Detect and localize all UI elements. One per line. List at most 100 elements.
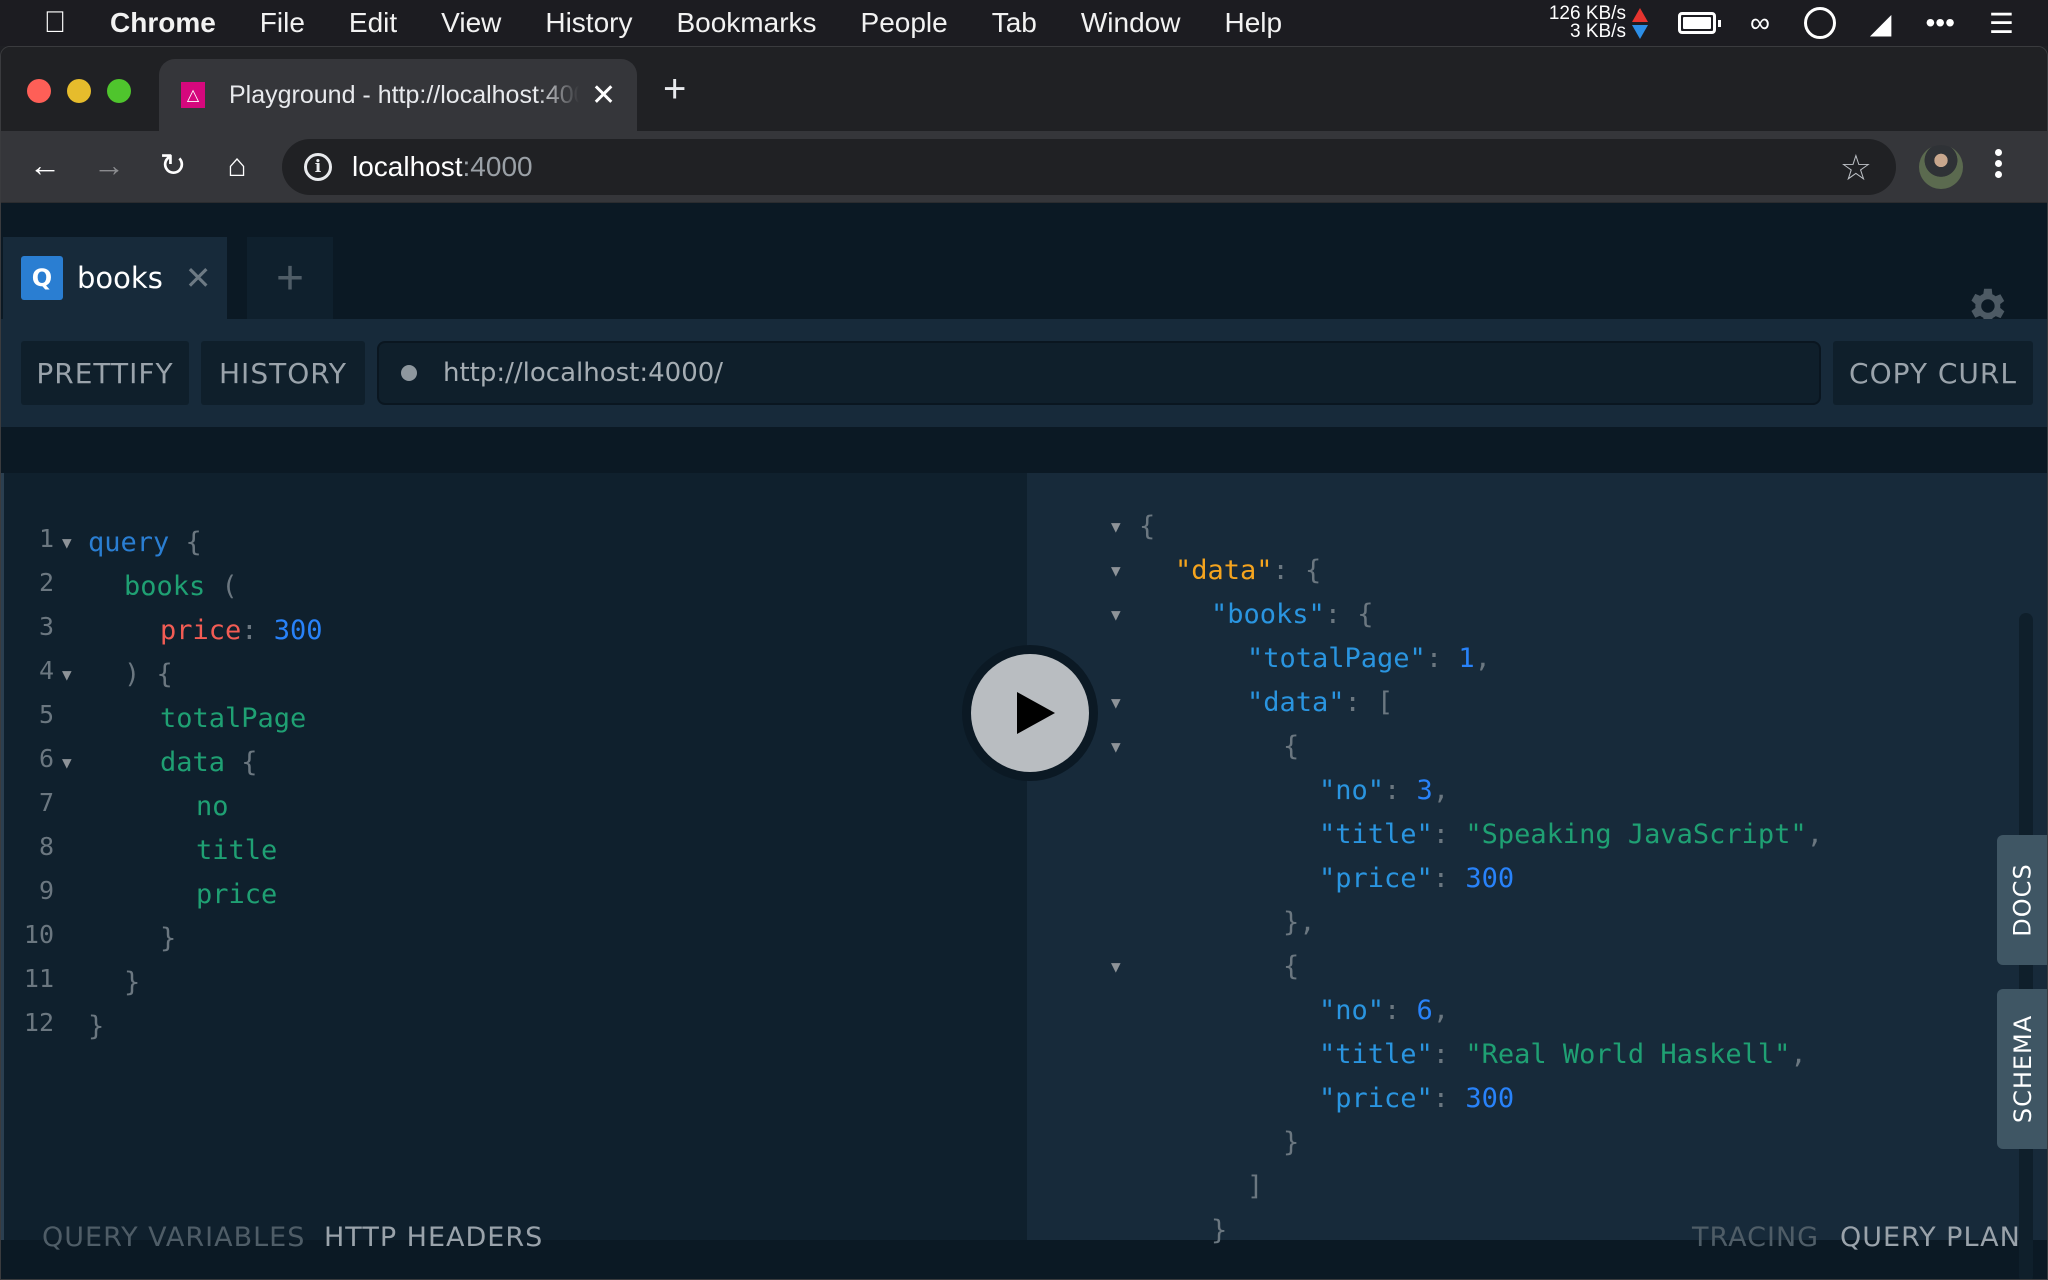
code-line: "no": 6, bbox=[1319, 995, 1450, 1026]
docs-label: DOCS bbox=[2009, 863, 2037, 937]
line-number: 10 bbox=[23, 920, 54, 949]
line-number: 9 bbox=[38, 876, 54, 905]
code-line: "books": { bbox=[1211, 599, 1374, 630]
menu-edit[interactable]: Edit bbox=[349, 7, 397, 39]
code-line: price: 300 bbox=[160, 615, 323, 646]
tracing-tab[interactable]: TRACING bbox=[1692, 1222, 1819, 1253]
fold-arrow-icon[interactable]: ▼ bbox=[62, 665, 72, 684]
new-tab-button[interactable]: + bbox=[663, 67, 686, 112]
line-number: 11 bbox=[23, 964, 54, 993]
schema-side-tab[interactable]: SCHEMA bbox=[1997, 989, 2047, 1149]
docs-side-tab[interactable]: DOCS bbox=[1997, 835, 2047, 965]
prettify-button[interactable]: PRETTIFY bbox=[21, 341, 189, 405]
profile-avatar[interactable] bbox=[1919, 145, 1963, 189]
query-plan-tab[interactable]: QUERY PLAN bbox=[1840, 1222, 2021, 1253]
code-line: data { bbox=[160, 747, 258, 778]
playground-tab-books[interactable]: Q books ✕ bbox=[3, 237, 227, 319]
menu-history[interactable]: History bbox=[545, 7, 632, 39]
fold-arrow-icon[interactable]: ▼ bbox=[1111, 605, 1121, 624]
add-playground-tab-button[interactable]: + bbox=[247, 237, 333, 319]
query-badge-icon: Q bbox=[21, 256, 63, 300]
menu-window[interactable]: Window bbox=[1081, 7, 1181, 39]
network-speed[interactable]: 126 KB/s 3 KB/s bbox=[1549, 4, 1626, 41]
code-line: "totalPage": 1, bbox=[1247, 643, 1491, 674]
http-headers-tab[interactable]: HTTP HEADERS bbox=[324, 1222, 543, 1253]
menu-people[interactable]: People bbox=[861, 7, 948, 39]
browser-window: △ Playground - http://localhost:4000/ ✕ … bbox=[0, 46, 2048, 1280]
graphql-favicon-icon: △ bbox=[181, 82, 205, 108]
menu-file[interactable]: File bbox=[260, 7, 305, 39]
code-line: "title": "Speaking JavaScript", bbox=[1319, 819, 1823, 850]
more-dots-icon[interactable]: ••• bbox=[1925, 7, 1954, 39]
control-center-list-icon[interactable]: ☰ bbox=[1989, 7, 2014, 40]
menu-tab[interactable]: Tab bbox=[992, 7, 1037, 39]
fold-arrow-icon[interactable]: ▼ bbox=[1111, 561, 1121, 580]
endpoint-url-input[interactable]: http://localhost:4000/ bbox=[377, 341, 1821, 405]
close-window-button[interactable] bbox=[27, 79, 51, 103]
browser-tab-strip: △ Playground - http://localhost:4000/ ✕ … bbox=[1, 47, 2047, 131]
menu-help[interactable]: Help bbox=[1224, 7, 1282, 39]
code-line: totalPage bbox=[160, 703, 307, 734]
bookmark-star-icon[interactable]: ☆ bbox=[1840, 147, 1872, 189]
fold-arrow-icon[interactable]: ▼ bbox=[1111, 957, 1121, 976]
network-arrows-icon bbox=[1631, 7, 1648, 39]
line-number: 12 bbox=[23, 1008, 54, 1037]
url-host: localhost bbox=[352, 151, 463, 182]
code-line: } bbox=[1283, 1127, 1300, 1158]
fold-arrow-icon[interactable]: ▼ bbox=[62, 533, 72, 552]
code-line: price bbox=[196, 879, 278, 910]
code-line: } bbox=[1211, 1215, 1228, 1246]
code-line: { bbox=[1139, 511, 1156, 542]
query-variables-tab[interactable]: QUERY VARIABLES bbox=[42, 1222, 305, 1253]
minimize-window-button[interactable] bbox=[67, 79, 91, 103]
code-line: title bbox=[196, 835, 278, 866]
line-number: 8 bbox=[38, 832, 54, 861]
close-playground-tab-icon[interactable]: ✕ bbox=[185, 259, 212, 297]
endpoint-url: http://localhost:4000/ bbox=[443, 358, 724, 388]
browser-tab-playground[interactable]: △ Playground - http://localhost:4000/ ✕ bbox=[159, 59, 637, 131]
line-number: 6 bbox=[38, 744, 54, 773]
fold-arrow-icon[interactable]: ▼ bbox=[1111, 737, 1121, 756]
back-arrow-icon[interactable]: ← bbox=[25, 145, 65, 185]
query-editor[interactable]: 1 ▼ query {2 books (3 price: 300 4 ▼) {5 totalP… bbox=[1, 473, 1027, 1240]
macos-menu-bar:  Chrome File Edit View History Bookmark… bbox=[0, 0, 2048, 46]
execute-query-button[interactable] bbox=[962, 645, 1098, 781]
line-number: 4 bbox=[38, 656, 54, 685]
code-line: "title": "Real World Haskell", bbox=[1319, 1039, 1807, 1070]
close-tab-icon[interactable]: ✕ bbox=[591, 78, 616, 113]
fold-arrow-icon[interactable]: ▼ bbox=[1111, 517, 1121, 536]
line-number: 5 bbox=[38, 700, 54, 729]
line-number: 2 bbox=[38, 568, 54, 597]
home-icon[interactable]: ⌂ bbox=[217, 145, 257, 185]
history-button[interactable]: HISTORY bbox=[201, 341, 365, 405]
address-url[interactable]: localhost:4000 bbox=[352, 151, 533, 183]
menu-bookmarks[interactable]: Bookmarks bbox=[676, 7, 816, 39]
url-port: :4000 bbox=[462, 151, 533, 182]
maximize-window-button[interactable] bbox=[107, 79, 131, 103]
line-number: 7 bbox=[38, 788, 54, 817]
site-info-icon[interactable]: i bbox=[304, 153, 332, 181]
code-line: "no": 3, bbox=[1319, 775, 1450, 806]
apple-logo-icon[interactable]:  bbox=[0, 6, 110, 40]
battery-icon[interactable] bbox=[1677, 12, 1721, 34]
copy-curl-button[interactable]: COPY CURL bbox=[1833, 341, 2033, 405]
forward-arrow-icon[interactable]: → bbox=[89, 145, 129, 185]
menu-view[interactable]: View bbox=[441, 7, 501, 39]
schema-label: SCHEMA bbox=[2009, 1014, 2038, 1124]
menu-app-chrome[interactable]: Chrome bbox=[110, 7, 216, 39]
chrome-menu-icon[interactable] bbox=[1995, 149, 2002, 178]
code-line: "data": { bbox=[1175, 555, 1322, 586]
address-bar[interactable]: i localhost:4000 ☆ bbox=[282, 139, 1896, 195]
connection-status-dot-icon bbox=[401, 365, 417, 381]
play-icon bbox=[1017, 692, 1055, 734]
graphql-playground: Q books ✕ + PRETTIFY HISTORY http://loca… bbox=[1, 203, 2047, 1279]
clock-icon[interactable] bbox=[1803, 7, 1836, 39]
fold-arrow-icon[interactable]: ▼ bbox=[1111, 693, 1121, 712]
creative-cloud-icon[interactable]: ∞ bbox=[1750, 7, 1770, 39]
fold-arrow-icon[interactable]: ▼ bbox=[62, 753, 72, 772]
reload-icon[interactable]: ↻ bbox=[153, 145, 193, 185]
results-viewer: ▼ { ▼ "data": { ▼ "books": { "totalPage": 1, ▼ "… bbox=[1027, 473, 2047, 1246]
code-line: ) { bbox=[124, 659, 173, 690]
app-status-icon[interactable]: ◢ bbox=[1870, 7, 1892, 40]
code-line: query { bbox=[88, 527, 202, 558]
